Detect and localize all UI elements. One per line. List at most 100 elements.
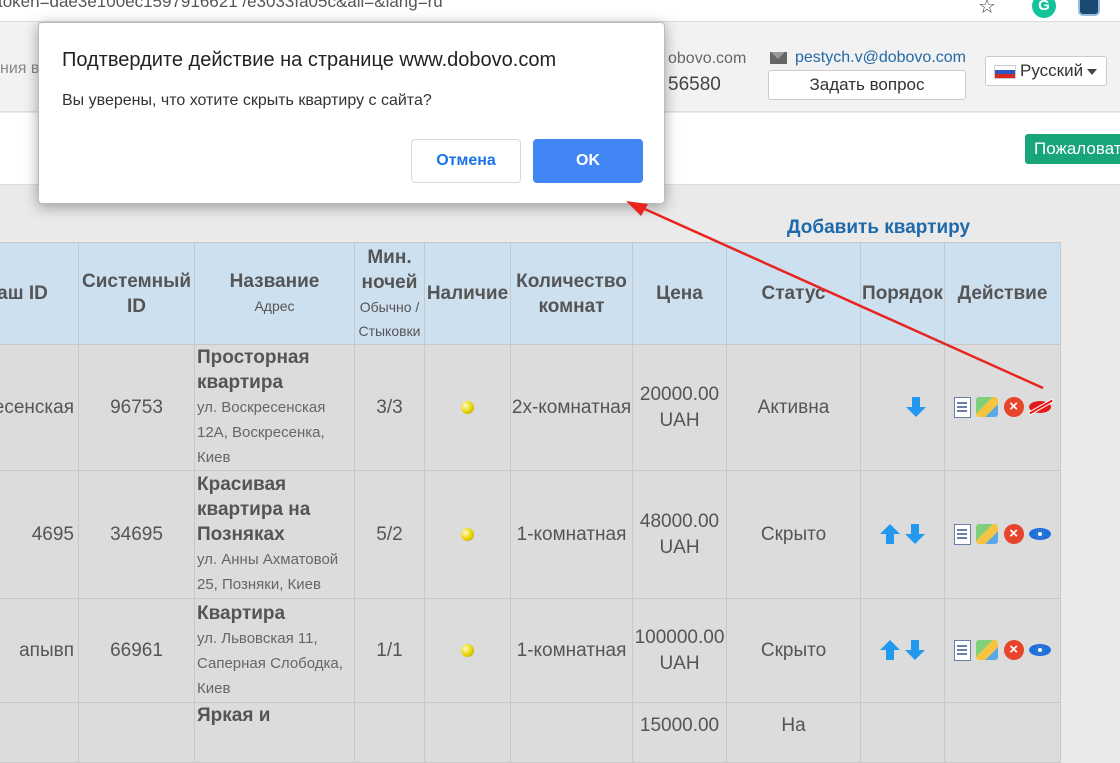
apartment-name[interactable]: Красивая квартира на Позняках — [197, 472, 354, 547]
cell-availability — [424, 470, 511, 599]
show-eye-icon[interactable] — [1028, 644, 1051, 657]
apartment-address: ул. Воскресенская 12А, Воскресенка, Киев — [197, 399, 326, 466]
cell-availability — [424, 344, 511, 471]
cell-your-id — [0, 702, 79, 763]
cell-price: 20000.00 UAH — [632, 344, 727, 471]
cell-system-id: 66961 — [78, 598, 195, 703]
move-down-icon[interactable] — [906, 397, 927, 418]
view-document-icon[interactable] — [954, 523, 972, 545]
edit-icon[interactable] — [976, 397, 999, 418]
cell-system-id: 96753 — [78, 344, 195, 471]
dialog-message: Вы уверены, что хотите скрыть квартиру с… — [62, 92, 432, 109]
table-row: 4695 34695 Красивая квартира на Позняках… — [0, 470, 1061, 599]
browser-url-bar[interactable]: token=dae3e100ec1597916621 /e3033fa05c&a… — [0, 0, 1120, 22]
col-your-id-label: аш ID — [0, 283, 48, 304]
header-phone: 56580 — [668, 74, 721, 95]
cell-order — [860, 344, 945, 471]
cancel-button[interactable]: Отмена — [411, 139, 521, 183]
ok-button[interactable]: OK — [533, 139, 643, 183]
apartment-address: ул. Анны Ахматовой 25, Позняки, Киев — [197, 551, 339, 593]
header-left-text: ния в — [0, 60, 40, 77]
grammarly-extension-icon[interactable]: G — [1032, 0, 1056, 18]
cell-action: × — [944, 470, 1061, 599]
header-support-email[interactable]: obovo.com — [668, 50, 746, 68]
cell-name: Просторная квартира ул. Воскресенская 12… — [194, 344, 355, 471]
col-action: Действие — [944, 242, 1061, 345]
cell-status: Активна — [726, 344, 861, 471]
cell-name: Яркая и — [194, 702, 355, 763]
language-label: Русский — [1020, 61, 1084, 80]
cell-rooms: 1-комнатная — [510, 470, 633, 599]
col-order: Порядок — [860, 242, 945, 345]
availability-dot-icon[interactable] — [461, 400, 474, 414]
col-name-label: Название — [229, 271, 320, 292]
col-status: Статус — [726, 242, 861, 345]
contact-email-link[interactable]: pestych.v@dobovo.com — [795, 49, 966, 67]
cell-action — [944, 702, 1061, 763]
table-header-row: аш ID Системный ID Название Адрес Мин. но… — [0, 242, 1061, 345]
cell-price: 48000.00 UAH — [632, 470, 727, 599]
col-availability: Наличие — [424, 242, 511, 345]
welcome-button[interactable]: Пожаловать — [1025, 134, 1120, 164]
col-min-nights-sub: Обычно / Стыковки — [358, 298, 421, 339]
edit-icon[interactable] — [976, 524, 999, 545]
delete-icon[interactable]: × — [1003, 524, 1024, 545]
add-apartment-link[interactable]: Добавить квартиру — [787, 217, 970, 239]
view-document-icon[interactable] — [954, 639, 972, 661]
move-up-icon[interactable] — [879, 524, 900, 545]
cell-action: × — [944, 598, 1061, 703]
cell-action: × — [944, 344, 1061, 471]
star-icon[interactable]: ☆ — [978, 0, 996, 19]
move-up-icon[interactable] — [879, 640, 900, 661]
col-price: Цена — [632, 242, 727, 345]
url-text[interactable]: token=dae3e100ec1597916621 /e3033fa05c&a… — [0, 0, 443, 12]
show-eye-icon[interactable] — [1028, 528, 1051, 541]
col-rooms-label: Количество комнат — [516, 270, 627, 317]
ask-question-button[interactable]: Задать вопрос — [768, 70, 966, 100]
apartments-table: аш ID Системный ID Название Адрес Мин. но… — [0, 242, 1061, 763]
move-down-icon[interactable] — [905, 524, 926, 545]
availability-dot-icon[interactable] — [461, 527, 474, 541]
apartment-name[interactable]: Просторная квартира — [197, 345, 354, 395]
cell-order — [860, 702, 945, 763]
col-rooms: Количество комнат — [510, 242, 633, 345]
cell-system-id: 34695 — [78, 470, 195, 599]
cell-status: Скрыто — [726, 470, 861, 599]
cell-availability — [424, 598, 511, 703]
apartment-address: ул. Львовская 11, Саперная Слободка, Кие… — [197, 629, 343, 697]
col-min-nights: Мин. ночей Обычно / Стыковки — [354, 242, 425, 345]
cell-min-nights: 1/1 — [354, 598, 425, 703]
col-system-id-label: Системный ID — [81, 270, 192, 317]
col-min-nights-label: Мин. ночей — [361, 246, 418, 293]
edit-icon[interactable] — [976, 640, 999, 661]
cell-status: На — [726, 702, 861, 763]
cell-name: Квартира ул. Львовская 11, Саперная Слоб… — [194, 598, 355, 703]
delete-icon[interactable]: × — [1003, 397, 1024, 418]
hide-eye-icon[interactable] — [1028, 401, 1051, 414]
view-document-icon[interactable] — [954, 396, 972, 418]
cell-rooms — [510, 702, 633, 763]
col-name: Название Адрес — [194, 242, 355, 345]
delete-icon[interactable]: × — [1003, 640, 1024, 661]
apartment-name[interactable]: Квартира — [197, 601, 354, 626]
cell-availability — [424, 702, 511, 763]
extension-icon[interactable] — [1078, 0, 1100, 16]
col-name-sub: Адрес — [254, 298, 295, 314]
col-your-id: аш ID — [0, 242, 79, 345]
col-system-id: Системный ID — [78, 242, 195, 345]
col-order-label: Порядок — [862, 283, 943, 304]
col-price-label: Цена — [656, 283, 703, 304]
cell-order — [860, 598, 945, 703]
availability-dot-icon[interactable] — [461, 643, 474, 657]
cell-rooms: 1-комнатная — [510, 598, 633, 703]
cell-min-nights — [354, 702, 425, 763]
move-down-icon[interactable] — [905, 640, 926, 661]
language-select[interactable]: Русский — [985, 56, 1107, 86]
cell-rooms: 2х-комнатная — [510, 344, 633, 471]
confirm-dialog: Подтвердите действие на странице www.dob… — [38, 22, 665, 204]
cell-min-nights: 5/2 — [354, 470, 425, 599]
col-status-label: Статус — [761, 283, 826, 304]
table-row: Яркая и 15000.00 На — [0, 702, 1061, 763]
cell-status: Скрыто — [726, 598, 861, 703]
cell-price: 100000.00 UAH — [632, 598, 727, 703]
